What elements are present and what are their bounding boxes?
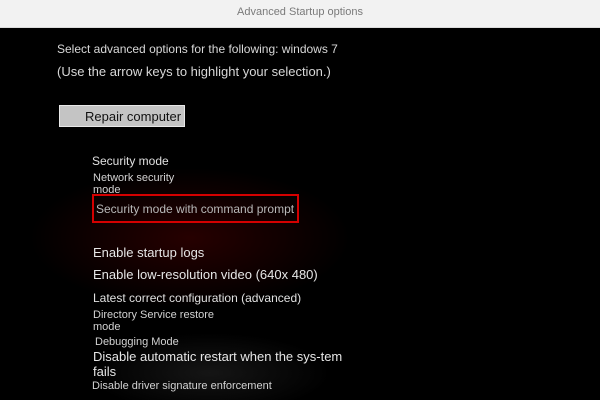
title-bar: Advanced Startup options	[0, 0, 600, 28]
repair-computer-button[interactable]: Repair computer	[59, 105, 185, 127]
boot-options-screen	[0, 28, 600, 400]
option-disable-driver-signature[interactable]: Disable driver signature enforcement	[92, 380, 272, 392]
option-directory-service-restore[interactable]: Directory Service restore mode	[93, 309, 233, 333]
window-title: Advanced Startup options	[237, 6, 363, 18]
option-security-mode-command-prompt[interactable]: Security mode with command prompt	[96, 202, 294, 216]
option-enable-startup-logs[interactable]: Enable startup logs	[93, 245, 204, 260]
instruction-text: (Use the arrow keys to highlight your se…	[57, 64, 331, 79]
option-disable-auto-restart[interactable]: Disable automatic restart when the sys-t…	[93, 349, 355, 379]
option-enable-low-res-video[interactable]: Enable low-resolution video (640x 480)	[93, 267, 318, 282]
option-latest-correct-config[interactable]: Latest correct configuration (advanced)	[93, 291, 301, 305]
option-security-mode[interactable]: Security mode	[92, 154, 169, 168]
option-network-security-mode[interactable]: Network security mode	[93, 172, 203, 196]
intro-text: Select advanced options for the followin…	[57, 42, 338, 56]
repair-computer-label: Repair computer	[85, 109, 182, 124]
option-debugging-mode[interactable]: Debugging Mode	[95, 336, 179, 348]
